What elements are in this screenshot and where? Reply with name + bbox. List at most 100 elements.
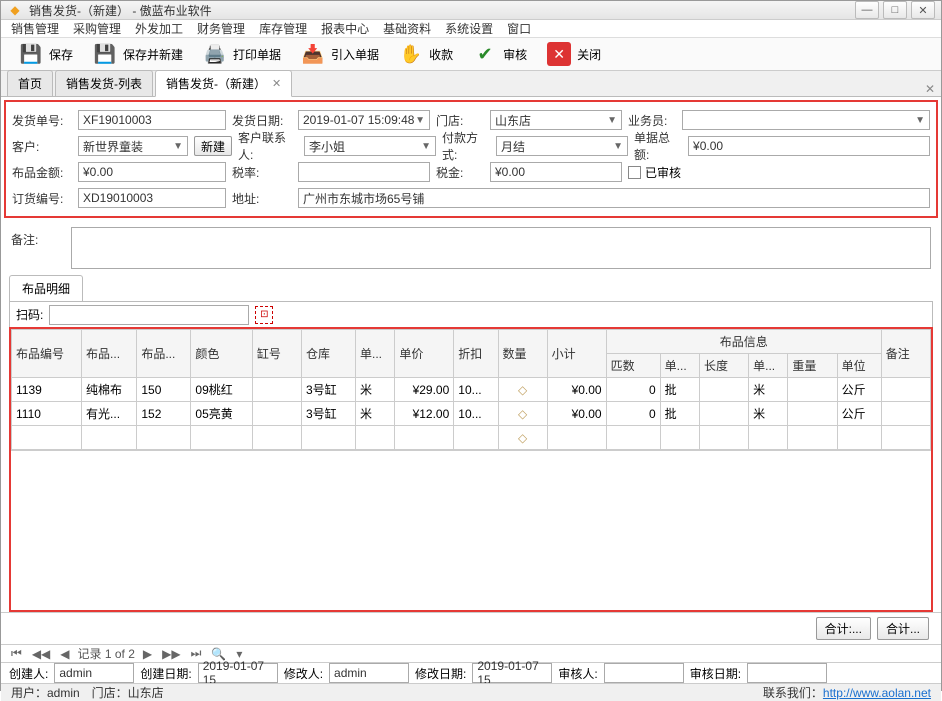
minimize-button[interactable]: — — [855, 1, 879, 19]
table-cell[interactable] — [788, 426, 837, 450]
col-wt[interactable]: 重量 — [788, 354, 837, 378]
table-cell[interactable] — [749, 426, 788, 450]
table-cell[interactable] — [191, 426, 252, 450]
table-cell[interactable]: 公斤 — [837, 402, 881, 426]
audited-checkbox[interactable]: 已审核 — [628, 164, 681, 181]
menu-basedata[interactable]: 基础资料 — [383, 20, 431, 37]
col-wh[interactable]: 仓库 — [301, 330, 355, 378]
table-cell[interactable] — [137, 426, 191, 450]
menu-outsource[interactable]: 外发加工 — [135, 20, 183, 37]
table-cell[interactable] — [881, 402, 930, 426]
table-cell[interactable]: ¥12.00 — [395, 402, 454, 426]
save-new-button[interactable]: 💾保存并新建 — [85, 38, 191, 70]
col-pcs[interactable]: 匹数 — [606, 354, 660, 378]
sales-select[interactable]: ▼ — [682, 110, 930, 130]
table-cell[interactable]: 0 — [606, 402, 660, 426]
status-url-link[interactable]: http://www.aolan.net — [823, 686, 931, 700]
close-window-button[interactable]: ✕ — [911, 1, 935, 19]
table-cell[interactable] — [699, 378, 748, 402]
table-cell[interactable]: 批 — [660, 378, 699, 402]
shipno-input[interactable]: XF19010003 — [78, 110, 226, 130]
table-row-empty[interactable]: ◇ — [12, 426, 931, 450]
table-cell[interactable] — [606, 426, 660, 450]
table-cell[interactable]: ◇ — [498, 378, 547, 402]
table-cell[interactable] — [301, 426, 355, 450]
col-qty[interactable]: 数量 — [498, 330, 547, 378]
tab-close-icon[interactable]: ✕ — [272, 77, 281, 90]
scan-input[interactable] — [49, 305, 249, 325]
shipdate-input[interactable]: 2019-01-07 15:09:48▼ — [298, 110, 430, 130]
table-cell[interactable]: ◇ — [498, 402, 547, 426]
table-cell[interactable] — [660, 426, 699, 450]
menu-settings[interactable]: 系统设置 — [445, 20, 493, 37]
collect-button[interactable]: ✋收款 — [391, 38, 461, 70]
table-cell[interactable]: 3号缸 — [301, 402, 355, 426]
col-name[interactable]: 布品... — [82, 330, 137, 378]
table-cell[interactable]: 米 — [749, 402, 788, 426]
tab-home[interactable]: 首页 — [7, 70, 53, 96]
table-cell[interactable]: 米 — [749, 378, 788, 402]
table-cell[interactable]: 1110 — [12, 402, 82, 426]
paytype-select[interactable]: 月结▼ — [496, 136, 628, 156]
table-row[interactable]: 1110有光...15205亮黄3号缸米¥12.0010...◇¥0.000批米… — [12, 402, 931, 426]
new-customer-button[interactable]: 新建 — [194, 136, 232, 156]
nav-prev-icon[interactable]: ◀ — [58, 647, 71, 661]
table-cell[interactable]: ◇ — [498, 426, 547, 450]
table-cell[interactable] — [547, 426, 606, 450]
sum-button-1[interactable]: 合计:... — [816, 617, 871, 640]
table-cell[interactable] — [12, 426, 82, 450]
menu-sales[interactable]: 销售管理 — [11, 20, 59, 37]
table-cell[interactable]: 纯棉布 — [82, 378, 137, 402]
table-cell[interactable]: 公斤 — [837, 378, 881, 402]
table-cell[interactable] — [252, 378, 301, 402]
table-cell[interactable]: 10... — [454, 378, 498, 402]
table-cell[interactable] — [788, 378, 837, 402]
taxrate-input[interactable] — [298, 162, 430, 182]
menu-purchase[interactable]: 采购管理 — [73, 20, 121, 37]
table-cell[interactable]: 1139 — [12, 378, 82, 402]
close-all-tabs-icon[interactable]: ✕ — [925, 82, 935, 96]
table-cell[interactable] — [699, 426, 748, 450]
col-color[interactable]: 颜色 — [191, 330, 252, 378]
table-cell[interactable]: 152 — [137, 402, 191, 426]
col-price[interactable]: 单价 — [395, 330, 454, 378]
table-cell[interactable]: 150 — [137, 378, 191, 402]
nav-last-icon[interactable]: ⏭ — [189, 646, 204, 661]
nav-prev-page-icon[interactable]: ◀◀ — [30, 647, 52, 661]
table-cell[interactable]: 米 — [356, 378, 395, 402]
table-cell[interactable]: 3号缸 — [301, 378, 355, 402]
sum-button-2[interactable]: 合计... — [877, 617, 929, 640]
table-cell[interactable]: 有光... — [82, 402, 137, 426]
menu-inventory[interactable]: 库存管理 — [259, 20, 307, 37]
col-spec[interactable]: 布品... — [137, 330, 191, 378]
tax-input[interactable]: ¥0.00 — [490, 162, 622, 182]
col-vat[interactable]: 缸号 — [252, 330, 301, 378]
nav-first-icon[interactable]: ⏮ — [9, 646, 24, 661]
table-cell[interactable]: 09桃红 — [191, 378, 252, 402]
customer-select[interactable]: 新世界童装▼ — [78, 136, 188, 156]
store-select[interactable]: 山东店▼ — [490, 110, 622, 130]
address-input[interactable]: 广州市东城市场65号铺 — [298, 188, 930, 208]
table-cell[interactable] — [881, 426, 930, 450]
col-sub[interactable]: 小计 — [547, 330, 606, 378]
col-disc[interactable]: 折扣 — [454, 330, 498, 378]
tab-list[interactable]: 销售发货-列表 — [55, 70, 153, 96]
close-button[interactable]: ✕关闭 — [539, 38, 609, 70]
col-rem[interactable]: 备注 — [881, 330, 930, 378]
table-cell[interactable] — [252, 426, 301, 450]
contact-select[interactable]: 李小姐▼ — [304, 136, 436, 156]
table-cell[interactable] — [395, 426, 454, 450]
table-cell[interactable] — [454, 426, 498, 450]
menu-finance[interactable]: 财务管理 — [197, 20, 245, 37]
table-cell[interactable] — [252, 402, 301, 426]
table-cell[interactable]: ¥0.00 — [547, 378, 606, 402]
menu-window[interactable]: 窗口 — [507, 20, 531, 37]
maximize-button[interactable]: □ — [883, 1, 907, 19]
col-unit[interactable]: 单... — [356, 330, 395, 378]
menu-report[interactable]: 报表中心 — [321, 20, 369, 37]
col-u4[interactable]: 单位 — [837, 354, 881, 378]
table-cell[interactable]: 10... — [454, 402, 498, 426]
table-cell[interactable] — [837, 426, 881, 450]
orderno-input[interactable]: XD19010003 — [78, 188, 226, 208]
table-cell[interactable] — [881, 378, 930, 402]
